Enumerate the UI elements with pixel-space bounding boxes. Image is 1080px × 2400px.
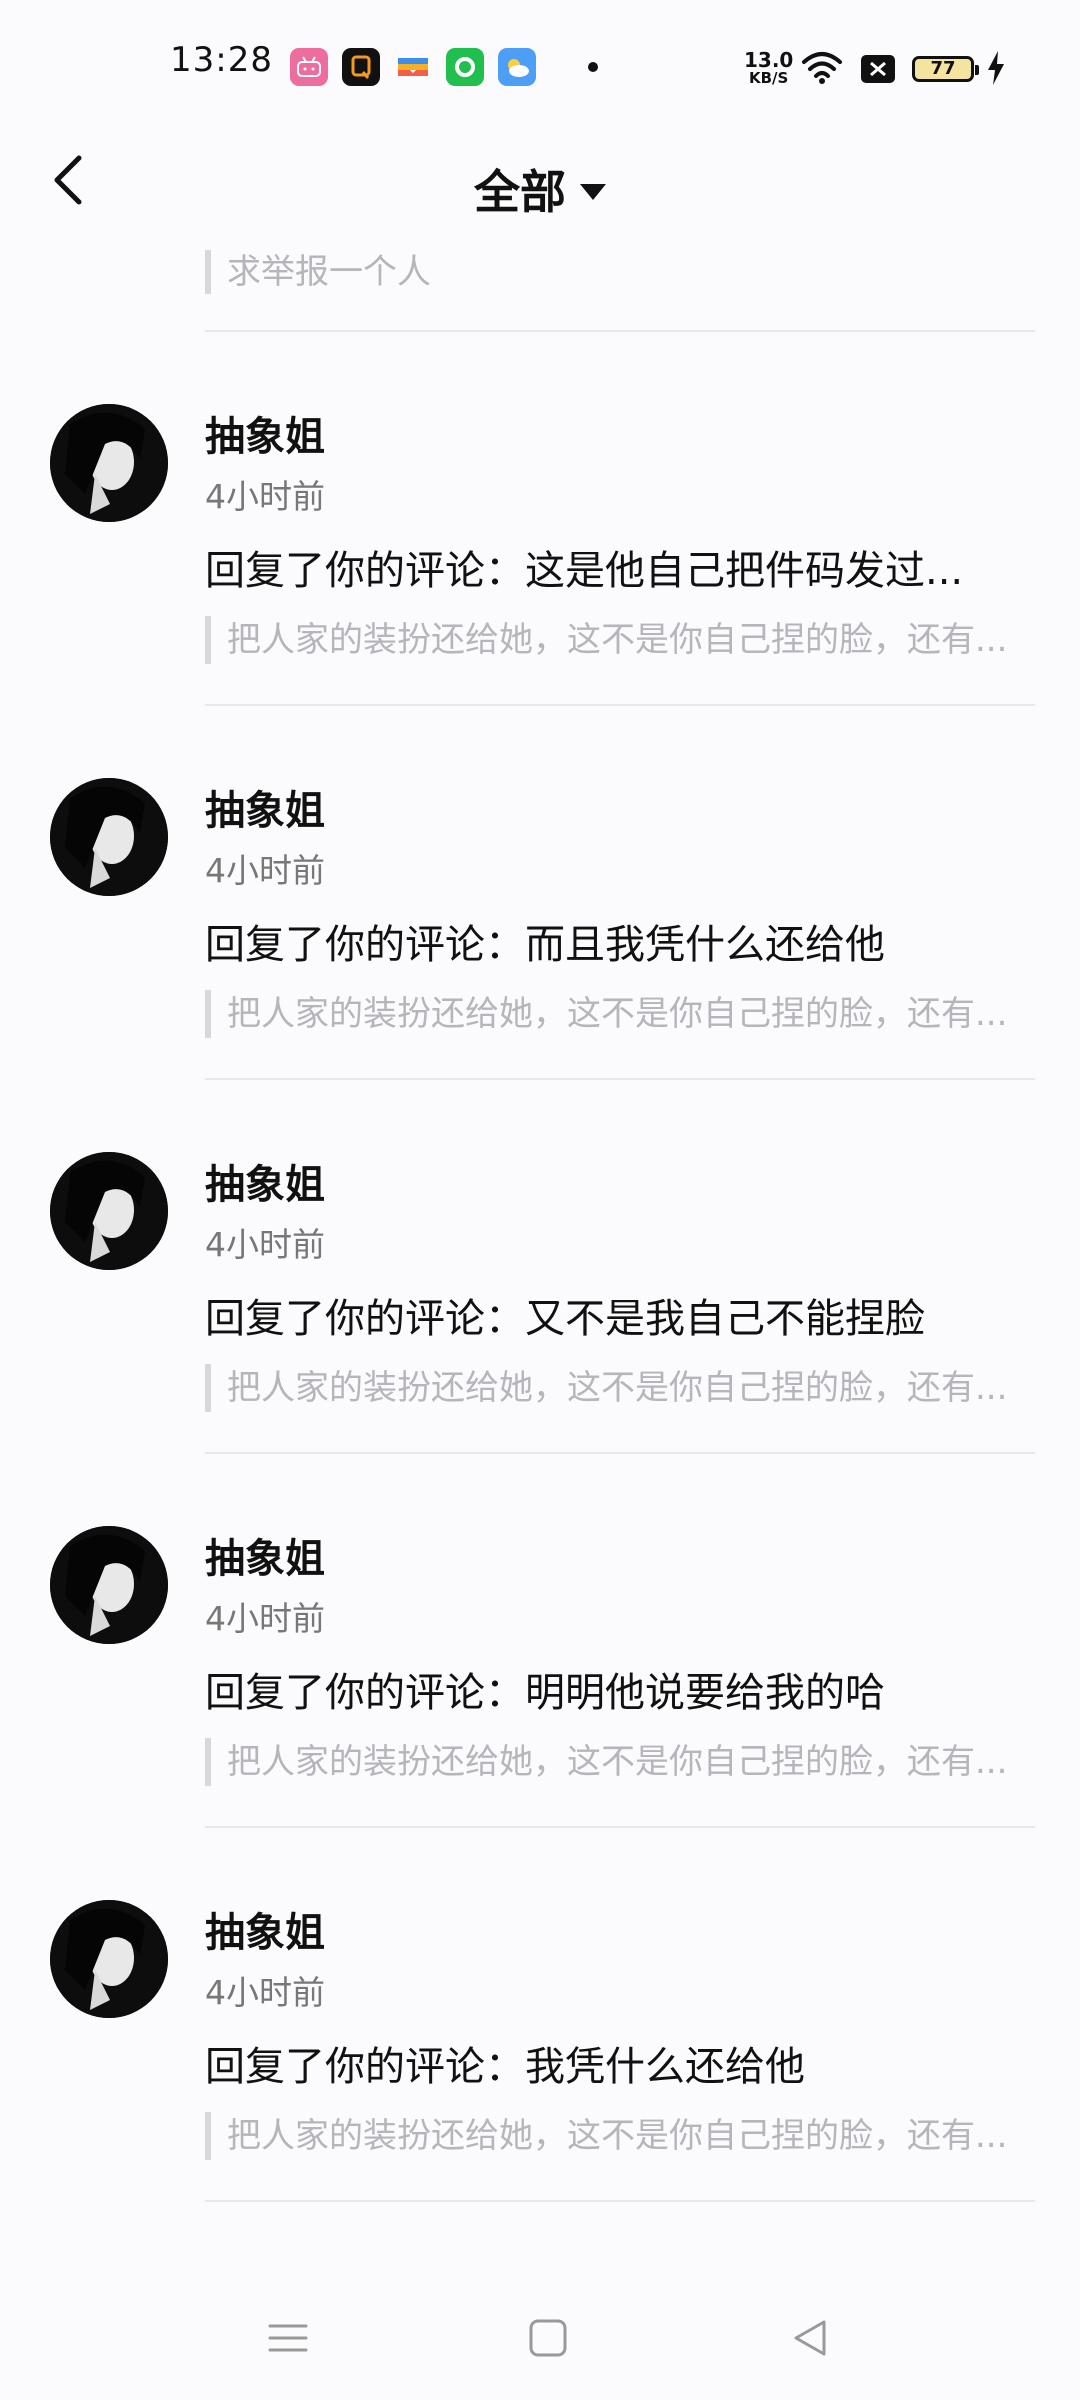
timestamp: 4小时前 [205, 851, 325, 890]
notification-list: 抽象姐 4小时前 回复了你的评论：这是他自己把件码发过... 把人家的装扮还给她… [0, 332, 1080, 2202]
wifi-icon [802, 52, 842, 84]
bilibili-icon [290, 48, 328, 86]
green-app-icon [446, 48, 484, 86]
home-square-icon[interactable] [518, 2308, 578, 2368]
reply-text[interactable]: 回复了你的评论：明明他说要给我的哈 [205, 1660, 1035, 1718]
reply-text[interactable]: 回复了你的评论：又不是我自己不能捏脸 [205, 1286, 1035, 1344]
avatar[interactable] [50, 1526, 168, 1644]
quoted-comment[interactable]: 把人家的装扮还给她，这不是你自己捏的脸，还有... [205, 990, 1040, 1038]
menu-icon[interactable] [258, 2308, 318, 2368]
user-name[interactable]: 抽象姐 [205, 1900, 325, 1958]
avatar[interactable] [50, 778, 168, 896]
network-speed-value: 13.0 [744, 48, 794, 72]
quoted-comment: 求举报一个人 [205, 250, 431, 294]
list-item[interactable]: 抽象姐 4小时前 回复了你的评论：我凭什么还给他 把人家的装扮还给她，这不是你自… [0, 1828, 1080, 2202]
status-time: 13:28 [170, 40, 273, 80]
caret-down-icon [580, 183, 606, 200]
no-sim-icon [861, 55, 895, 83]
network-speed: 13.0 KB/S [744, 50, 793, 86]
more-notifications-dot [588, 62, 598, 72]
reply-text[interactable]: 回复了你的评论：而且我凭什么还给他 [205, 912, 1035, 970]
avatar[interactable] [50, 1900, 168, 2018]
timestamp: 4小时前 [205, 1599, 325, 1638]
weather-icon [498, 48, 536, 86]
system-nav-bar [0, 2270, 1080, 2400]
user-name[interactable]: 抽象姐 [205, 1526, 325, 1584]
status-bar: 13:28 13.0 KB/S 77 [0, 0, 1080, 120]
timestamp: 4小时前 [205, 1225, 325, 1264]
app-q-icon [342, 48, 380, 86]
quoted-comment[interactable]: 把人家的装扮还给她，这不是你自己捏的脸，还有... [205, 616, 1040, 664]
avatar[interactable] [50, 1152, 168, 1270]
battery-indicator: 77 [912, 56, 979, 82]
list-item[interactable]: 抽象姐 4小时前 回复了你的评论：明明他说要给我的哈 把人家的装扮还给她，这不是… [0, 1454, 1080, 1828]
user-name[interactable]: 抽象姐 [205, 778, 325, 836]
quoted-comment[interactable]: 把人家的装扮还给她，这不是你自己捏的脸，还有... [205, 1364, 1040, 1412]
list-item[interactable]: 抽象姐 4小时前 回复了你的评论：而且我凭什么还给他 把人家的装扮还给她，这不是… [0, 706, 1080, 1080]
user-name[interactable]: 抽象姐 [205, 1152, 325, 1210]
back-triangle-icon[interactable] [780, 2308, 840, 2368]
timestamp: 4小时前 [205, 1973, 325, 2012]
network-speed-unit: KB/S [749, 69, 789, 87]
notification-app-icons [290, 48, 598, 86]
timestamp: 4小时前 [205, 477, 325, 516]
user-name[interactable]: 抽象姐 [205, 404, 325, 462]
page-title: 全部 [474, 165, 566, 219]
quoted-comment[interactable]: 把人家的装扮还给她，这不是你自己捏的脸，还有... [205, 2112, 1040, 2160]
reply-text[interactable]: 回复了你的评论：我凭什么还给他 [205, 2034, 1035, 2092]
list-item[interactable]: 抽象姐 4小时前 回复了你的评论：这是他自己把件码发过... 把人家的装扮还给她… [0, 332, 1080, 706]
charging-bolt-icon [988, 51, 1004, 85]
divider [205, 2200, 1035, 2202]
header: 全部 [0, 120, 1080, 240]
wallet-icon [394, 48, 432, 86]
reply-text[interactable]: 回复了你的评论：这是他自己把件码发过... [205, 538, 1035, 596]
list-item[interactable]: 抽象姐 4小时前 回复了你的评论：又不是我自己不能捏脸 把人家的装扮还给她，这不… [0, 1080, 1080, 1454]
filter-dropdown[interactable]: 全部 [0, 156, 1080, 222]
avatar[interactable] [50, 404, 168, 522]
quoted-comment[interactable]: 把人家的装扮还给她，这不是你自己捏的脸，还有... [205, 1738, 1040, 1786]
